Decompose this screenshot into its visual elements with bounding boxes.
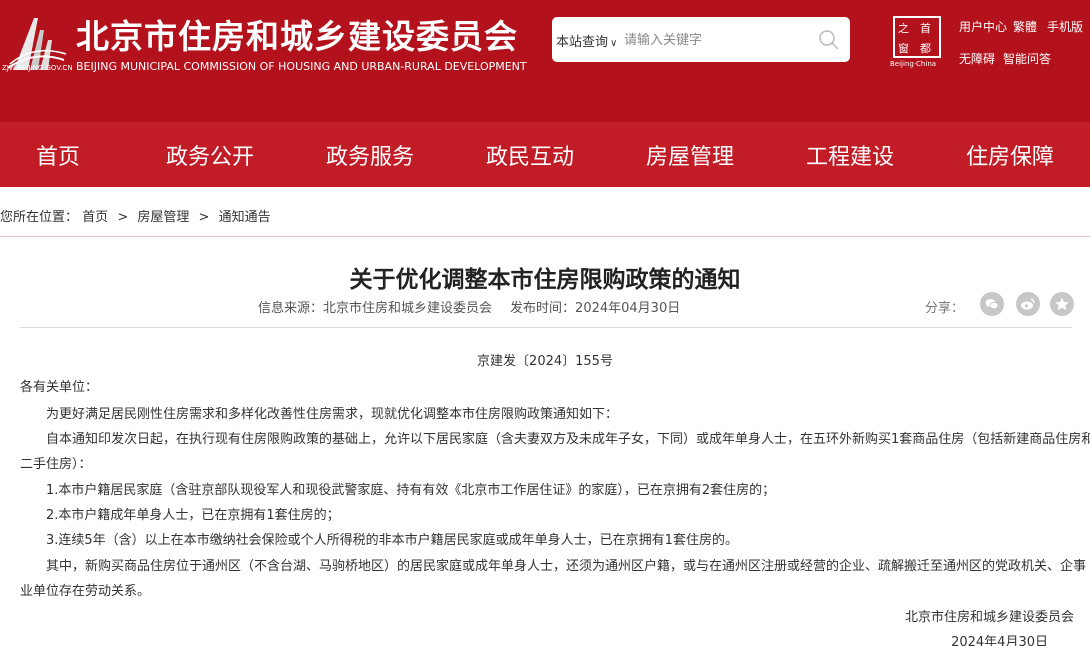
body-paragraph: 3.连续5年（含）以上在本市缴纳社会保险或个人所得税的非本市户籍居民家庭或成年单…: [46, 533, 738, 548]
salutation: 各有关单位：: [20, 380, 99, 395]
mobile-version-link[interactable]: 手机版: [1047, 18, 1083, 35]
site-header: ZJW.BEIJING.GOV.CN 北京市住房和城乡建设委员会 BEIJING…: [0, 0, 1090, 122]
breadcrumb-separator: >: [117, 210, 129, 225]
search-scope-label: 本站查询: [556, 35, 609, 50]
user-center-link[interactable]: 用户中心: [959, 18, 1007, 35]
nav-item-housing-management[interactable]: 房屋管理: [610, 122, 770, 187]
source-value: 北京市住房和城乡建设委员会: [323, 301, 493, 316]
main-nav: 首页 政务公开 政务服务 政民互动 房屋管理 工程建设 住房保障: [0, 122, 1090, 187]
capital-logo-char: 之: [898, 22, 909, 35]
meta-divider: [20, 327, 1072, 328]
search-box: 本站查询 ∨: [552, 17, 850, 62]
article-meta: 信息来源：北京市住房和城乡建设委员会 发布时间：2024年04月30日: [258, 297, 680, 316]
favorite-icon[interactable]: [1050, 292, 1074, 316]
breadcrumb-item-home[interactable]: 首页: [82, 210, 108, 225]
wechat-icon[interactable]: [980, 292, 1004, 316]
breadcrumb-item-housing-management[interactable]: 房屋管理: [137, 210, 189, 225]
accessibility-link[interactable]: 无障碍: [959, 50, 995, 67]
date-value: 2024年04月30日: [575, 301, 681, 316]
signature-organization: 北京市住房和城乡建设委员会: [904, 610, 1074, 625]
site-title: 北京市住房和城乡建设委员会: [76, 17, 518, 56]
document-number: 京建发〔2024〕155号: [477, 354, 613, 369]
body-paragraph: 自本通知印发次日起，在执行现有住房限购政策的基础上，允许以下居民家庭（含夫妻双方…: [46, 432, 1090, 447]
capital-logo-char: 都: [920, 42, 931, 55]
share-label: 分享：: [925, 301, 965, 316]
capital-logo-caption: Beijing·China: [890, 60, 937, 68]
body-paragraph: 业单位存在劳动关系。: [20, 584, 151, 599]
search-input[interactable]: [624, 27, 814, 53]
breadcrumb: 您所在位置： 首页 > 房屋管理 > 通知通告: [0, 206, 271, 225]
body-paragraph: 2.本市户籍成年单身人士，已在京拥有1套住房的；: [46, 508, 340, 523]
traditional-chinese-link[interactable]: 繁體: [1013, 18, 1037, 35]
breadcrumb-prefix: 您所在位置：: [0, 210, 79, 225]
nav-item-government-services[interactable]: 政务服务: [290, 122, 450, 187]
smart-qa-link[interactable]: 智能问答: [1003, 50, 1051, 67]
weibo-icon[interactable]: [1016, 292, 1040, 316]
capital-logo-char: 首: [920, 22, 931, 35]
nav-item-construction[interactable]: 工程建设: [770, 122, 930, 187]
logo-url-text: ZJW.BEIJING.GOV.CN: [2, 64, 73, 72]
nav-item-home[interactable]: 首页: [0, 122, 130, 187]
date-label: 发布时间：: [510, 301, 576, 316]
breadcrumb-item-notices[interactable]: 通知通告: [219, 210, 271, 225]
chevron-down-icon: ∨: [610, 38, 618, 49]
body-paragraph: 1.本市户籍居民家庭（含驻京部队现役军人和现役武警家庭、持有有效《北京市工作居住…: [46, 483, 776, 498]
search-icon[interactable]: [818, 29, 840, 51]
capital-window-logo[interactable]: 之 首 窗 都: [893, 16, 941, 58]
body-paragraph: 二手住房）：: [20, 457, 92, 472]
search-scope-select[interactable]: 本站查询 ∨: [556, 31, 617, 50]
nav-item-interaction[interactable]: 政民互动: [450, 122, 610, 187]
nav-item-government-affairs[interactable]: 政务公开: [130, 122, 290, 187]
site-subtitle: BEIJING MUNICIPAL COMMISSION OF HOUSING …: [76, 60, 527, 73]
capital-logo-char: 窗: [898, 42, 909, 55]
nav-item-housing-security[interactable]: 住房保障: [930, 122, 1090, 187]
breadcrumb-separator: >: [198, 210, 210, 225]
body-paragraph: 其中，新购买商品住房位于通州区（不含台湖、马驹桥地区）的居民家庭或成年单身人士，…: [46, 559, 1087, 574]
breadcrumb-divider: [0, 236, 1090, 237]
signature-date: 2024年4月30日: [951, 635, 1048, 646]
article-title: 关于优化调整本市住房限购政策的通知: [349, 267, 741, 293]
source-label: 信息来源：: [258, 301, 324, 316]
body-paragraph: 为更好满足居民刚性住房需求和多样化改善性住房需求，现就优化调整本市住房限购政策通…: [46, 407, 619, 422]
